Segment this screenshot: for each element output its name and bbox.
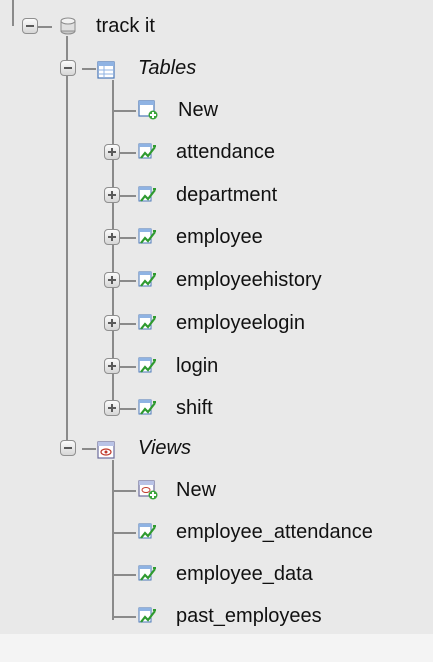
table-structure-icon[interactable] [138,185,158,205]
tree-line [38,26,52,28]
database-icon [60,17,76,35]
view-structure-icon[interactable] [138,606,158,626]
view-name-link[interactable]: past_employees [176,604,322,628]
tables-icon [97,61,115,79]
expand-table-toggle[interactable] [104,229,120,245]
views-icon [97,441,115,459]
table-name-link[interactable]: department [176,183,277,207]
expand-table-toggle[interactable] [104,315,120,331]
tree-line [120,152,136,154]
tables-group-label[interactable]: Tables [138,56,196,80]
table-name-link[interactable]: employeehistory [176,268,322,292]
expand-table-toggle[interactable] [104,272,120,288]
expand-table-toggle[interactable] [104,144,120,160]
tree-line [112,616,136,618]
tree-line [120,237,136,239]
tree-line [112,110,136,112]
tree-line [120,195,136,197]
bottom-strip [0,634,433,662]
collapse-database-toggle[interactable] [22,18,38,34]
table-structure-icon[interactable] [138,398,158,418]
view-structure-icon[interactable] [138,564,158,584]
table-structure-icon[interactable] [138,142,158,162]
expand-table-toggle[interactable] [104,358,120,374]
tree-line [120,280,136,282]
table-structure-icon[interactable] [138,356,158,376]
table-name-link[interactable]: login [176,354,218,378]
collapse-tables-toggle[interactable] [60,60,76,76]
new-table-icon [138,100,158,120]
tree-line [82,68,96,70]
collapse-views-toggle[interactable] [60,440,76,456]
tree-line [120,323,136,325]
tree-line [112,532,136,534]
navigation-tree: track it Tables New Views New attendance… [0,0,433,662]
tree-line [120,366,136,368]
tree-line [82,448,96,450]
expand-table-toggle[interactable] [104,400,120,416]
view-name-link[interactable]: employee_attendance [176,520,373,544]
view-name-link[interactable]: employee_data [176,562,313,586]
tree-line [66,36,68,450]
table-structure-icon[interactable] [138,270,158,290]
view-structure-icon[interactable] [138,522,158,542]
table-structure-icon[interactable] [138,227,158,247]
table-name-link[interactable]: employeelogin [176,311,305,335]
tree-line [112,460,114,620]
tree-line [112,574,136,576]
expand-table-toggle[interactable] [104,187,120,203]
table-name-link[interactable]: employee [176,225,263,249]
table-structure-icon[interactable] [138,313,158,333]
tree-line [120,408,136,410]
tree-line [112,490,136,492]
new-view-icon [138,480,158,500]
database-name-link[interactable]: track it [96,14,155,38]
table-name-link[interactable]: attendance [176,140,275,164]
views-group-label[interactable]: Views [138,436,191,460]
new-table-link[interactable]: New [178,98,218,122]
tree-line [12,0,14,26]
new-view-link[interactable]: New [176,478,216,502]
table-name-link[interactable]: shift [176,396,213,420]
